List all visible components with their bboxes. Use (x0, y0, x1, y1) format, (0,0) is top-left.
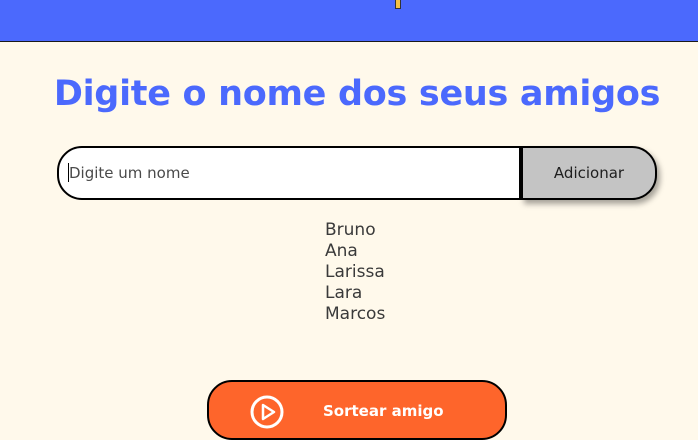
list-item: Lara (325, 283, 363, 303)
header-decoration (395, 0, 401, 9)
text-caret (68, 163, 69, 182)
draw-friend-button[interactable]: Sortear amigo (207, 380, 507, 440)
list-item: Bruno (325, 220, 376, 240)
header-banner (0, 0, 698, 42)
list-item: Marcos (325, 304, 386, 324)
play-circle-icon (250, 395, 284, 429)
list-item: Ana (325, 241, 358, 261)
draw-button-label: Sortear amigo (323, 402, 444, 420)
list-item: Larissa (325, 262, 385, 282)
friends-list: Bruno Ana Larissa Lara Marcos (325, 220, 385, 325)
page-title: Digite o nome dos seus amigos (53, 74, 661, 114)
friend-name-input[interactable] (57, 146, 521, 200)
add-friend-button[interactable]: Adicionar (521, 146, 657, 200)
add-friend-form: Adicionar (57, 146, 657, 200)
